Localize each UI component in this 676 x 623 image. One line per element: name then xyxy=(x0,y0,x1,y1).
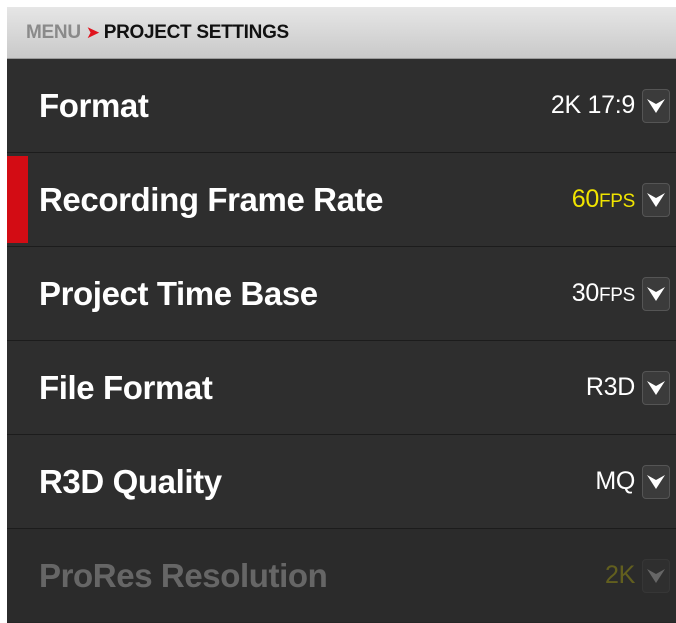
format-dropdown[interactable]: 2K 17:9 xyxy=(550,88,670,123)
file-format-dropdown[interactable]: R3D xyxy=(585,370,670,405)
setting-row-prores-resolution: ProRes Resolution 2K xyxy=(7,529,676,623)
recording-frame-rate-dropdown[interactable]: 60FPS xyxy=(571,182,670,217)
chevron-down-icon[interactable] xyxy=(642,370,670,405)
breadcrumb: MENU ➤ PROJECT SETTINGS xyxy=(7,7,676,59)
selection-indicator xyxy=(7,156,28,243)
setting-label: Project Time Base xyxy=(39,274,318,312)
settings-panel: MENU ➤ PROJECT SETTINGS Format 2K 17:9 R… xyxy=(7,7,676,623)
settings-list: Format 2K 17:9 Recording Frame Rate 60FP… xyxy=(7,59,676,623)
chevron-down-icon[interactable] xyxy=(642,182,670,217)
chevron-down-icon[interactable] xyxy=(642,464,670,499)
chevron-down-icon[interactable] xyxy=(642,276,670,311)
setting-value: 30FPS xyxy=(571,279,636,307)
breadcrumb-menu-link[interactable]: MENU xyxy=(26,22,81,44)
setting-value: MQ xyxy=(595,467,635,495)
setting-value: 60FPS xyxy=(571,185,636,213)
setting-row-r3d-quality[interactable]: R3D Quality MQ xyxy=(7,435,676,529)
breadcrumb-current-page: PROJECT SETTINGS xyxy=(103,21,290,43)
setting-row-file-format[interactable]: File Format R3D xyxy=(7,341,676,435)
breadcrumb-arrow-icon: ➤ xyxy=(85,22,100,42)
setting-label: R3D Quality xyxy=(39,462,222,500)
setting-label: ProRes Resolution xyxy=(39,556,328,594)
setting-row-recording-frame-rate[interactable]: Recording Frame Rate 60FPS xyxy=(7,153,676,247)
setting-value: 2K xyxy=(605,561,635,589)
r3d-quality-dropdown[interactable]: MQ xyxy=(595,464,670,499)
setting-row-project-time-base[interactable]: Project Time Base 30FPS xyxy=(7,247,676,341)
setting-value: 2K 17:9 xyxy=(550,91,635,119)
chevron-down-icon[interactable] xyxy=(642,88,670,123)
project-time-base-dropdown[interactable]: 30FPS xyxy=(571,276,670,311)
prores-resolution-dropdown: 2K xyxy=(605,558,670,593)
chevron-down-icon xyxy=(642,558,670,593)
setting-label: Format xyxy=(39,86,149,124)
setting-value: R3D xyxy=(585,373,635,401)
setting-row-format[interactable]: Format 2K 17:9 xyxy=(7,59,676,153)
setting-label: Recording Frame Rate xyxy=(39,180,384,218)
setting-label: File Format xyxy=(39,368,213,406)
